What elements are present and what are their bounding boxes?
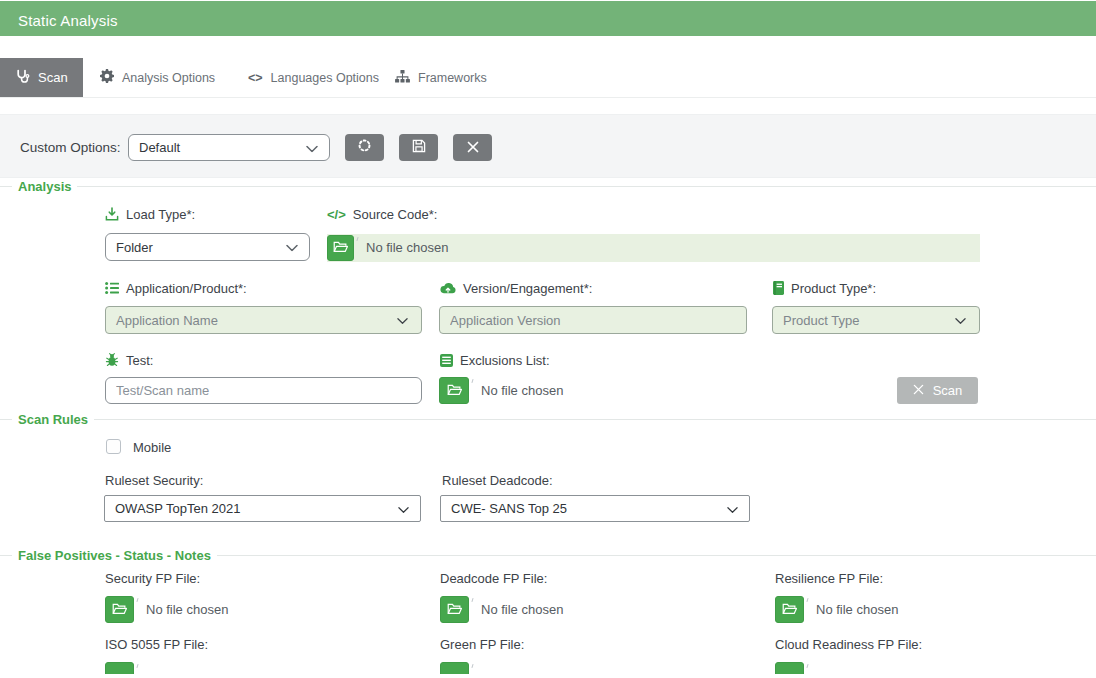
folder-open-icon xyxy=(782,601,797,619)
cloud-icon xyxy=(440,282,456,294)
version-input[interactable] xyxy=(439,306,747,334)
deadcode-fp-label: Deadcode FP File: xyxy=(440,571,547,586)
exclusions-file-button[interactable] xyxy=(439,377,469,404)
list-icon xyxy=(105,282,119,294)
chevron-down-icon xyxy=(397,313,408,328)
bug-icon xyxy=(105,353,119,367)
security-fp-file-button[interactable] xyxy=(105,596,134,623)
source-code-file-band: No file chosen xyxy=(327,234,980,262)
page-header: Static Analysis xyxy=(0,1,1096,36)
chevron-down-icon xyxy=(398,501,409,516)
green-fp-label: Green FP File: xyxy=(440,637,524,652)
book-icon xyxy=(773,281,784,295)
refresh-options-button[interactable] xyxy=(345,134,384,161)
scan-rules-divider xyxy=(0,419,1096,420)
exclusions-label: Exclusions List: xyxy=(440,352,550,368)
close-icon xyxy=(913,383,924,398)
spinner-icon xyxy=(357,138,372,157)
resilience-fp-file-button[interactable] xyxy=(775,596,804,623)
scan-button[interactable]: Scan xyxy=(897,377,978,404)
source-code-label: </> Source Code*: xyxy=(327,206,437,222)
save-options-button[interactable] xyxy=(399,134,438,161)
product-type-label: Product Type*: xyxy=(773,280,876,296)
ruleset-security-label: Ruleset Security: xyxy=(105,473,203,488)
load-type-select[interactable]: Folder xyxy=(105,233,310,261)
chevron-down-icon xyxy=(727,501,738,516)
chevron-down-icon xyxy=(286,240,298,255)
scan-rules-legend: Scan Rules xyxy=(12,412,94,427)
page-title: Static Analysis xyxy=(18,12,118,29)
clear-options-button[interactable] xyxy=(453,134,492,161)
source-code-file-button[interactable] xyxy=(327,235,354,261)
test-input[interactable] xyxy=(105,377,422,404)
application-label: Application/Product*: xyxy=(105,280,247,296)
tab-languages-options[interactable]: <> Languages Options xyxy=(248,58,379,97)
source-code-file-text: No file chosen xyxy=(366,240,448,255)
list-alt-icon xyxy=(440,354,453,367)
chevron-down-icon xyxy=(306,140,318,155)
folder-open-icon xyxy=(447,601,462,619)
security-fp-label: Security FP File: xyxy=(105,571,200,586)
custom-options-label: Custom Options: xyxy=(20,115,121,179)
save-icon xyxy=(412,139,426,157)
resilience-fp-file-text: No file chosen xyxy=(816,602,898,617)
bottom-clip xyxy=(0,674,1096,678)
application-select[interactable]: Application Name xyxy=(105,306,422,334)
analysis-section-legend: Analysis xyxy=(12,179,77,194)
static-analysis-page: Static Analysis Scan Analysis Options <>… xyxy=(0,0,1096,678)
folder-open-icon xyxy=(447,382,462,400)
resilience-fp-label: Resilience FP File: xyxy=(775,571,883,586)
close-icon xyxy=(467,139,479,157)
mobile-checkbox[interactable] xyxy=(106,439,121,454)
exclusions-file-text: No file chosen xyxy=(481,383,563,398)
product-type-select[interactable]: Product Type xyxy=(772,306,980,334)
sitemap-icon xyxy=(395,70,410,86)
ruleset-deadcode-label: Ruleset Deadcode: xyxy=(442,473,553,488)
test-label: Test: xyxy=(105,352,153,368)
version-label: Version/Engagement*: xyxy=(440,280,592,296)
load-type-label: Load Type*: xyxy=(105,206,195,222)
iso5055-fp-label: ISO 5055 FP File: xyxy=(105,637,208,652)
analysis-section-divider xyxy=(0,186,1096,187)
stethoscope-icon xyxy=(15,69,30,87)
download-icon xyxy=(105,207,119,221)
chevron-down-icon xyxy=(955,313,966,328)
mobile-label: Mobile xyxy=(133,440,171,455)
tab-analysis-options[interactable]: Analysis Options xyxy=(100,58,215,97)
tab-bar: Scan Analysis Options <> Languages Optio… xyxy=(0,58,1096,98)
custom-options-panel: Custom Options: Default xyxy=(0,114,1096,178)
code-icon: <> xyxy=(248,71,263,85)
security-fp-file-text: No file chosen xyxy=(146,602,228,617)
ruleset-deadcode-select[interactable]: CWE- SANS Top 25 xyxy=(440,495,750,522)
deadcode-fp-file-text: No file chosen xyxy=(481,602,563,617)
ruleset-security-select[interactable]: OWASP TopTen 2021 xyxy=(104,495,421,522)
gear-icon xyxy=(100,69,114,86)
cloud-readiness-fp-label: Cloud Readiness FP File: xyxy=(775,637,922,652)
folder-open-icon xyxy=(112,601,127,619)
folder-open-icon xyxy=(333,239,348,257)
false-positives-legend: False Positives - Status - Notes xyxy=(12,548,217,563)
tab-frameworks[interactable]: Frameworks xyxy=(395,58,487,97)
tab-scan[interactable]: Scan xyxy=(0,58,83,97)
custom-options-select[interactable]: Default xyxy=(128,134,330,161)
deadcode-fp-file-button[interactable] xyxy=(440,596,469,623)
code-slash-icon: </> xyxy=(327,207,346,222)
